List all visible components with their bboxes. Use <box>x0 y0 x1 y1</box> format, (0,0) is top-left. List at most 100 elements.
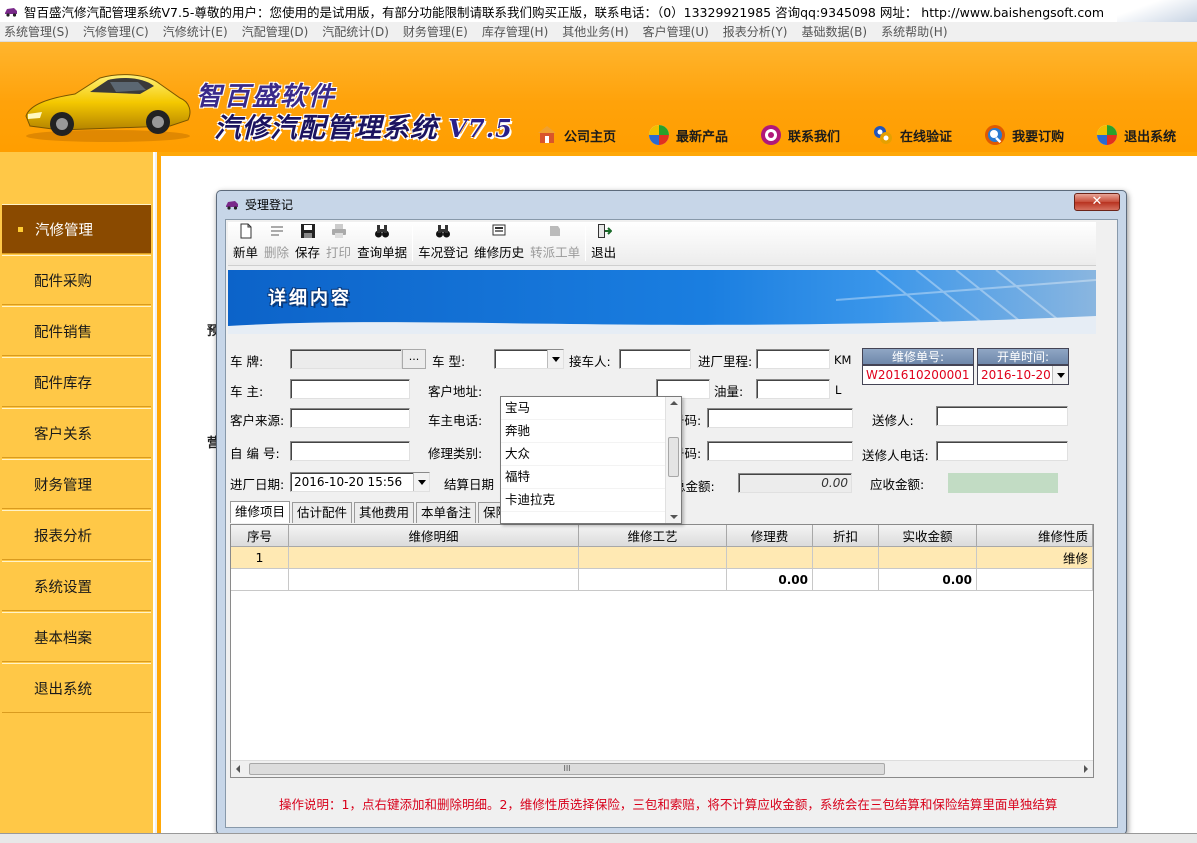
sidebar-item-finance[interactable]: 财务管理 <box>2 459 151 509</box>
dialog-titlebar[interactable]: 受理登记 <box>217 191 1126 217</box>
receiver-field[interactable] <box>619 349 691 369</box>
model-combo[interactable] <box>494 349 564 369</box>
new-button[interactable]: 新单 <box>230 222 261 265</box>
menu-help[interactable]: 系统帮助(H) <box>881 23 947 40</box>
menu-parts[interactable]: 汽配管理(D) <box>242 23 309 40</box>
model-dropdown-list[interactable]: 宝马 奔驰 大众 福特 卡迪拉克 <box>500 396 682 524</box>
sidebar-item-repair[interactable]: 汽修管理 <box>2 204 151 254</box>
sidebar-item-settings[interactable]: 系统设置 <box>2 561 151 611</box>
chevron-down-icon[interactable] <box>1052 366 1068 384</box>
menu-system[interactable]: 系统管理(S) <box>4 23 69 40</box>
nav-contact-us[interactable]: 联系我们 <box>760 124 840 146</box>
column-header[interactable]: 维修工艺 <box>579 525 727 547</box>
chevron-down-icon[interactable] <box>413 473 429 491</box>
menu-parts-stats[interactable]: 汽配统计(D) <box>322 23 389 40</box>
delete-button[interactable]: 删除 <box>261 222 292 265</box>
sidebar-item-reports[interactable]: 报表分析 <box>2 510 151 560</box>
repair-history-button[interactable]: 维修历史 <box>471 222 527 265</box>
mileage-field[interactable] <box>756 349 830 369</box>
scroll-left-icon[interactable] <box>236 765 240 773</box>
nav-exit-system[interactable]: 退出系统 <box>1096 124 1176 146</box>
tab-remarks[interactable]: 本单备注 <box>416 502 477 523</box>
exit-button[interactable]: 退出 <box>588 222 619 265</box>
sidebar-item-purchase[interactable]: 配件采购 <box>2 255 151 305</box>
plate-lookup-button[interactable]: ... <box>402 349 426 369</box>
model-option[interactable]: 宝马 <box>501 397 681 420</box>
print-label: 打印 <box>326 245 352 260</box>
model-option[interactable]: 卡迪拉克 <box>501 489 681 512</box>
column-header[interactable]: 序号 <box>231 525 289 547</box>
chevron-down-icon[interactable] <box>547 350 563 368</box>
entry-date-combo[interactable]: 2016-10-20 15:56 <box>290 472 430 492</box>
toolbar-separator <box>585 226 587 261</box>
column-header[interactable]: 维修明细 <box>289 525 579 547</box>
menu-reports[interactable]: 报表分析(Y) <box>723 23 788 40</box>
column-header[interactable]: 修理费 <box>727 525 813 547</box>
column-header[interactable]: 维修性质 <box>977 525 1093 547</box>
fuel-field[interactable] <box>756 379 830 399</box>
nav-order[interactable]: 我要订购 <box>984 124 1064 146</box>
menu-basedata[interactable]: 基础数据(B) <box>802 23 868 40</box>
sidebar-item-sales[interactable]: 配件销售 <box>2 306 151 356</box>
model-option[interactable]: 福特 <box>501 466 681 489</box>
scroll-right-icon[interactable] <box>1084 765 1088 773</box>
table-cell[interactable] <box>813 547 879 569</box>
selfcode-field[interactable] <box>290 441 410 461</box>
scroll-thumb[interactable] <box>668 437 679 477</box>
menu-repair[interactable]: 汽修管理(C) <box>83 23 149 40</box>
table-horizontal-scrollbar[interactable]: III <box>231 760 1093 777</box>
query-button[interactable]: 查询单据 <box>354 222 410 265</box>
header-wave <box>228 316 1096 334</box>
table-row[interactable]: 1 维修 <box>231 547 1093 569</box>
scroll-down-icon[interactable] <box>670 515 678 519</box>
print-button[interactable]: 打印 <box>323 222 354 265</box>
nav-company-home[interactable]: 公司主页 <box>536 124 616 146</box>
nav-online-verify[interactable]: 在线验证 <box>872 124 952 146</box>
dropdown-scrollbar[interactable] <box>665 397 681 523</box>
dispatch-button[interactable]: 转派工单 <box>527 222 583 265</box>
column-header[interactable]: 实收金额 <box>879 525 977 547</box>
sender-field[interactable] <box>936 406 1068 426</box>
sender-label: 送修人: <box>872 413 914 428</box>
table-cell[interactable]: 1 <box>231 547 289 569</box>
code1-field[interactable] <box>707 408 853 428</box>
active-bullet-icon <box>18 226 23 232</box>
dialog-close-button[interactable]: ✕ <box>1074 193 1120 211</box>
scroll-thumb[interactable]: III <box>249 763 885 775</box>
order-number-field[interactable]: W201610200001 <box>862 365 974 385</box>
table-cell[interactable] <box>289 547 579 569</box>
sidebar-item-archive[interactable]: 基本档案 <box>2 612 151 662</box>
sidebar-item-inventory[interactable]: 配件库存 <box>2 357 151 407</box>
source-field[interactable] <box>290 408 410 428</box>
tab-other-fees[interactable]: 其他费用 <box>354 502 415 523</box>
model-option[interactable]: 奔驰 <box>501 420 681 443</box>
sidebar-item-exit[interactable]: 退出系统 <box>2 663 151 713</box>
tab-repair-items[interactable]: 维修项目 <box>230 501 291 523</box>
model-option[interactable]: 大众 <box>501 443 681 466</box>
menu-repair-stats[interactable]: 汽修统计(E) <box>163 23 228 40</box>
table-cell[interactable] <box>579 547 727 569</box>
owner-field[interactable] <box>290 379 410 399</box>
sidebar-item-crm[interactable]: 客户关系 <box>2 408 151 458</box>
scroll-up-icon[interactable] <box>670 401 678 405</box>
history-icon <box>491 223 507 239</box>
nav-label: 公司主页 <box>564 129 617 145</box>
code2-field[interactable] <box>707 441 853 461</box>
vehicle-check-button[interactable]: 车况登记 <box>415 222 471 265</box>
plate-field[interactable] <box>290 349 402 369</box>
sender-phone-field[interactable] <box>936 441 1068 461</box>
tab-estimated-parts[interactable]: 估计配件 <box>292 502 353 523</box>
menu-other[interactable]: 其他业务(H) <box>562 23 628 40</box>
save-button[interactable]: 保存 <box>292 222 323 265</box>
table-cell[interactable] <box>727 547 813 569</box>
menu-finance[interactable]: 财务管理(E) <box>403 23 468 40</box>
open-time-combo[interactable]: 2016-10-20 <box>977 365 1069 385</box>
printer-icon <box>331 223 347 239</box>
nav-new-products[interactable]: 最新产品 <box>648 124 728 146</box>
column-header[interactable]: 折扣 <box>813 525 879 547</box>
table-cell[interactable]: 维修 <box>977 547 1093 569</box>
table-cell[interactable] <box>879 547 977 569</box>
menu-customer[interactable]: 客户管理(U) <box>643 23 709 40</box>
menu-inventory[interactable]: 库存管理(H) <box>482 23 548 40</box>
